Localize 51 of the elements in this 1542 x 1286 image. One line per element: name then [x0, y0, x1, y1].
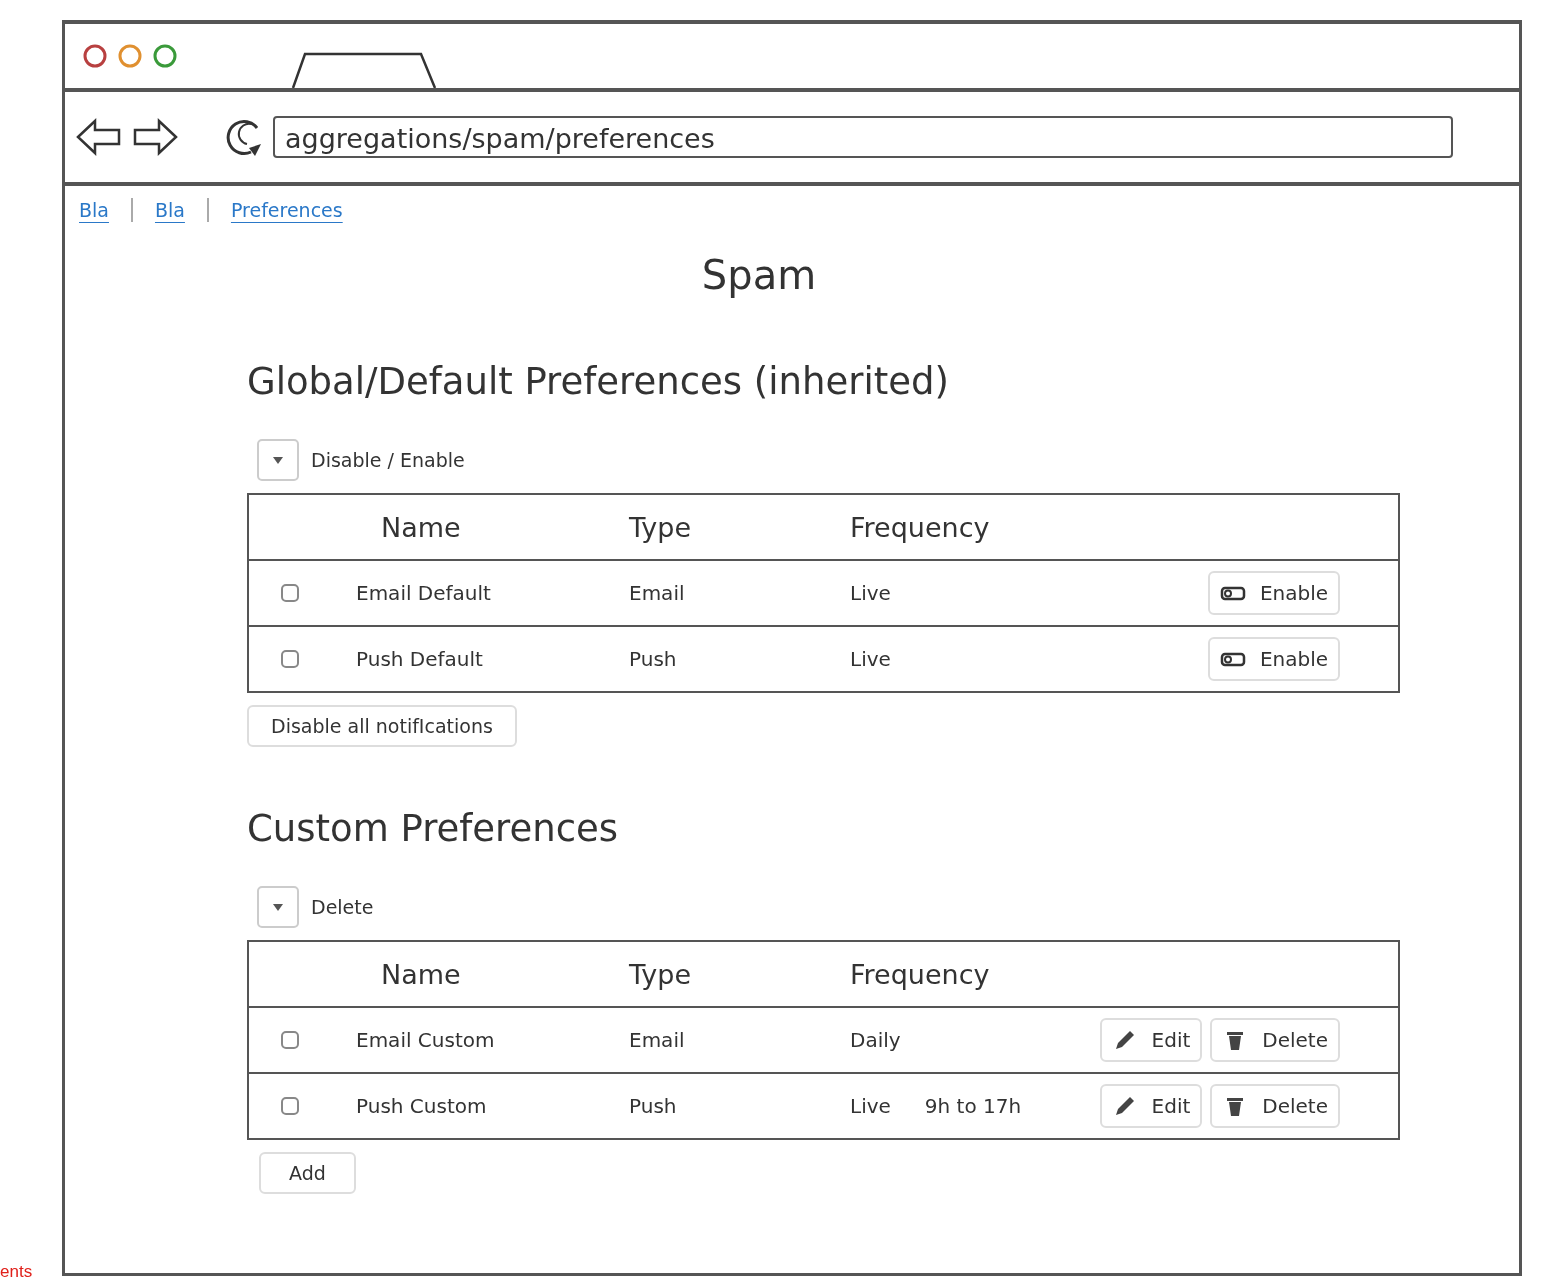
table-cell-text: Push Default: [356, 647, 484, 671]
table-cell: Live: [850, 1094, 891, 1118]
table-cell-text: Push: [629, 1094, 678, 1118]
column-header: Type: [629, 958, 692, 990]
row-checkbox[interactable]: [281, 584, 299, 602]
table-cell-text: Email Custom: [356, 1028, 496, 1052]
bulk-action-label: Disable / Enable: [311, 449, 465, 471]
row-checkbox[interactable]: [281, 650, 299, 668]
caret-icon: [273, 456, 283, 464]
delete-button[interactable]: Delete: [1210, 1018, 1340, 1062]
column-header: Name: [381, 958, 462, 990]
column-header: Name: [381, 511, 462, 543]
schedule-text: 9h to 17h: [924, 1094, 1022, 1118]
enable-button[interactable]: Enable: [1207, 571, 1340, 615]
page-title: Spam: [701, 252, 817, 298]
table-cell-text: Email Default: [356, 581, 492, 605]
table-cell-text: Email: [629, 1028, 686, 1052]
table-cell: Daily: [850, 1028, 901, 1052]
table-cell-text: Email: [629, 581, 686, 605]
forward-icon[interactable]: [131, 117, 179, 157]
table-cell-text: Push: [629, 647, 678, 671]
bulk-select-dropdown[interactable]: [257, 886, 299, 928]
add-button[interactable]: Add: [259, 1152, 356, 1194]
disable-all-button[interactable]: Disable all notifIcations: [247, 705, 517, 747]
column-header: Type: [629, 511, 692, 543]
table-cell: Live: [850, 581, 891, 605]
row-checkbox[interactable]: [281, 1097, 299, 1115]
breadcrumb-link[interactable]: Bla: [79, 199, 109, 221]
section-title: Custom Preferences: [247, 807, 620, 850]
table-cell-text: Push Custom: [356, 1094, 488, 1118]
row-checkbox[interactable]: [281, 1031, 299, 1049]
breadcrumb-link[interactable]: Preferences: [230, 199, 343, 221]
close-icon[interactable]: [83, 44, 107, 68]
caret-icon: [273, 903, 283, 911]
enable-button[interactable]: Enable: [1207, 637, 1340, 681]
breadcrumb-link[interactable]: Bla: [154, 199, 185, 221]
column-header: Frequency: [850, 958, 991, 990]
browser-tab[interactable]: [291, 52, 437, 88]
bulk-action-label: Delete: [311, 896, 374, 918]
delete-button[interactable]: Delete: [1210, 1084, 1340, 1128]
column-header: Frequency: [850, 511, 991, 543]
minimize-icon[interactable]: [118, 44, 142, 68]
address-field[interactable]: aggregations/spam/preferences: [273, 116, 1453, 158]
edit-button[interactable]: Edit: [1099, 1018, 1203, 1062]
bulk-select-dropdown[interactable]: [257, 439, 299, 481]
maximize-icon[interactable]: [153, 44, 177, 68]
section-title: Global/Default Preferences (inherited): [247, 360, 950, 403]
cut-off-text: ents: [0, 1262, 33, 1282]
edit-button[interactable]: Edit: [1099, 1084, 1203, 1128]
table-cell: Live: [850, 647, 891, 671]
back-icon[interactable]: [75, 117, 123, 157]
